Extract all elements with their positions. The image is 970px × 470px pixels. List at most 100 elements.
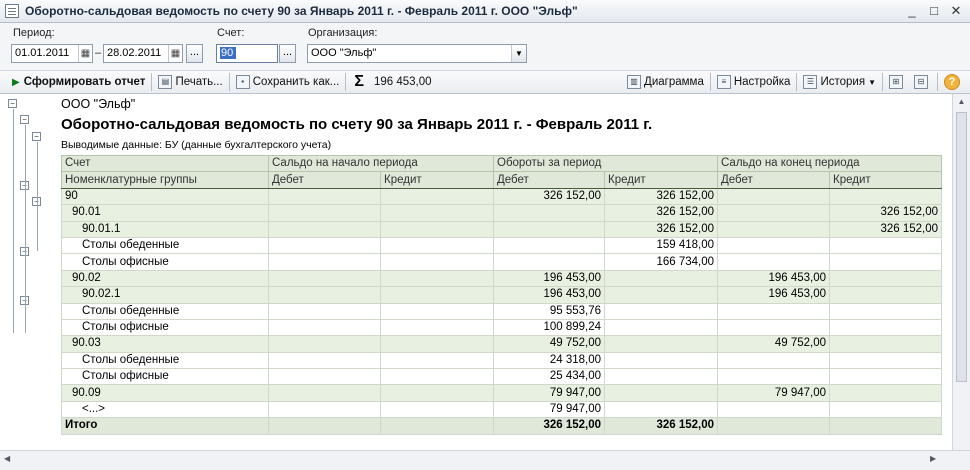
cell-turnover-debit[interactable]: [493, 236, 605, 255]
cell-opening-credit[interactable]: [380, 368, 494, 386]
cell-closing-debit[interactable]: [717, 400, 830, 419]
cell-opening-debit[interactable]: [268, 302, 381, 320]
total-opening-credit[interactable]: [380, 417, 494, 435]
cell-turnover-credit[interactable]: [604, 286, 718, 304]
total-row[interactable]: Итого 326 152,00 326 152,00: [61, 417, 942, 435]
date-from-field[interactable]: 01.01.2011 ▦: [11, 44, 93, 63]
cell-closing-credit[interactable]: [829, 335, 942, 353]
cell-turnover-debit[interactable]: 24 318,00: [493, 351, 605, 370]
cell-opening-credit[interactable]: [380, 400, 494, 419]
generate-report-button[interactable]: ▶ Сформировать отчет: [8, 71, 149, 93]
cell-closing-debit[interactable]: [717, 368, 830, 386]
cell-closing-debit[interactable]: [717, 302, 830, 320]
table-row[interactable]: <...> 79 947,00: [61, 400, 942, 419]
cell-turnover-credit[interactable]: [604, 351, 718, 370]
cell-turnover-debit[interactable]: 25 434,00: [493, 368, 605, 386]
report-sheet[interactable]: ООО "Эльф" Оборотно-сальдовая ведомость …: [0, 94, 952, 450]
cell-closing-credit[interactable]: [829, 253, 942, 271]
cell-closing-debit[interactable]: [717, 318, 830, 337]
help-button[interactable]: ?: [940, 71, 964, 93]
cell-turnover-credit[interactable]: [604, 335, 718, 353]
cell-turnover-debit[interactable]: 49 752,00: [493, 335, 605, 353]
cell-opening-debit[interactable]: [268, 204, 381, 222]
cell-account[interactable]: 90.01: [61, 204, 269, 222]
scroll-right-icon[interactable]: ▶: [930, 454, 936, 463]
table-row[interactable]: 90.02.1 196 453,00 196 453,00: [61, 286, 942, 304]
period-select-button[interactable]: ...: [186, 44, 203, 63]
cell-account[interactable]: Столы обеденные: [61, 302, 269, 320]
table-row[interactable]: Столы обеденные 159 418,00: [61, 236, 942, 255]
cell-closing-debit[interactable]: [717, 204, 830, 222]
cell-closing-credit[interactable]: [829, 318, 942, 337]
chart-button[interactable]: ▥ Диаграмма: [623, 71, 708, 93]
cell-turnover-credit[interactable]: [604, 400, 718, 419]
cell-account[interactable]: 90.01.1: [61, 220, 269, 238]
table-row[interactable]: 90.09 79 947,00 79 947,00: [61, 384, 942, 402]
cell-account[interactable]: 90.02.1: [61, 286, 269, 304]
vertical-scrollbar[interactable]: ▲: [952, 94, 970, 450]
cell-closing-debit[interactable]: [717, 236, 830, 255]
cell-opening-credit[interactable]: [380, 187, 494, 206]
settings-button[interactable]: ≡ Настройка: [713, 71, 795, 93]
cell-opening-credit[interactable]: [380, 318, 494, 337]
cell-turnover-debit[interactable]: 196 453,00: [493, 269, 605, 288]
cell-opening-debit[interactable]: [268, 351, 381, 370]
cell-opening-credit[interactable]: [380, 384, 494, 402]
cell-closing-debit[interactable]: 49 752,00: [717, 335, 830, 353]
cell-closing-credit[interactable]: [829, 286, 942, 304]
cell-closing-credit[interactable]: [829, 368, 942, 386]
cell-account[interactable]: Столы офисные: [61, 318, 269, 337]
cell-opening-debit[interactable]: [268, 220, 381, 238]
cell-turnover-credit[interactable]: [604, 302, 718, 320]
cell-turnover-credit[interactable]: 166 734,00: [604, 253, 718, 271]
cell-turnover-credit[interactable]: 326 152,00: [604, 204, 718, 222]
cell-opening-debit[interactable]: [268, 187, 381, 206]
cell-account[interactable]: Столы обеденные: [61, 351, 269, 370]
table-row[interactable]: 90.03 49 752,00 49 752,00: [61, 335, 942, 353]
cell-turnover-credit[interactable]: [604, 269, 718, 288]
cell-closing-credit[interactable]: [829, 302, 942, 320]
cell-account[interactable]: 90.09: [61, 384, 269, 402]
cell-turnover-debit[interactable]: 196 453,00: [493, 286, 605, 304]
cell-closing-credit[interactable]: 326 152,00: [829, 204, 942, 222]
calendar-icon[interactable]: ▦: [168, 45, 182, 62]
cell-turnover-debit[interactable]: 79 947,00: [493, 384, 605, 402]
collapse-group-icon[interactable]: −: [8, 99, 17, 108]
cell-opening-debit[interactable]: [268, 269, 381, 288]
cell-turnover-credit[interactable]: [604, 318, 718, 337]
cell-account[interactable]: Столы офисные: [61, 253, 269, 271]
table-row[interactable]: Столы офисные 25 434,00: [61, 368, 942, 386]
cell-opening-debit[interactable]: [268, 335, 381, 353]
cell-opening-debit[interactable]: [268, 400, 381, 419]
maximize-button[interactable]: □: [926, 3, 942, 19]
cell-account[interactable]: 90.03: [61, 335, 269, 353]
cell-opening-credit[interactable]: [380, 302, 494, 320]
history-button[interactable]: ☰ История ▼: [799, 71, 880, 93]
table-row[interactable]: Столы обеденные 95 553,76: [61, 302, 942, 320]
cell-closing-credit[interactable]: [829, 236, 942, 255]
total-opening-debit[interactable]: [268, 417, 381, 435]
total-turnover-debit[interactable]: 326 152,00: [493, 417, 605, 435]
cell-opening-credit[interactable]: [380, 220, 494, 238]
total-turnover-credit[interactable]: 326 152,00: [604, 417, 718, 435]
cell-opening-credit[interactable]: [380, 286, 494, 304]
cell-closing-debit[interactable]: 196 453,00: [717, 269, 830, 288]
cell-account[interactable]: Столы обеденные: [61, 236, 269, 255]
organization-select[interactable]: ООО "Эльф" ▼: [307, 44, 527, 63]
account-input[interactable]: 90: [216, 44, 278, 63]
scroll-up-icon[interactable]: ▲: [953, 94, 970, 110]
cell-opening-debit[interactable]: [268, 253, 381, 271]
cell-opening-credit[interactable]: [380, 204, 494, 222]
cell-opening-credit[interactable]: [380, 351, 494, 370]
cell-opening-credit[interactable]: [380, 335, 494, 353]
cell-turnover-credit[interactable]: 159 418,00: [604, 236, 718, 255]
cell-turnover-debit[interactable]: 79 947,00: [493, 400, 605, 419]
table-row[interactable]: 90 326 152,00 326 152,00: [61, 187, 942, 206]
cell-turnover-debit[interactable]: [493, 253, 605, 271]
cell-closing-debit[interactable]: [717, 220, 830, 238]
cell-turnover-credit[interactable]: 326 152,00: [604, 220, 718, 238]
calendar-icon[interactable]: ▦: [78, 45, 92, 62]
cell-turnover-debit[interactable]: 326 152,00: [493, 187, 605, 206]
cell-opening-credit[interactable]: [380, 253, 494, 271]
cell-closing-debit[interactable]: [717, 253, 830, 271]
